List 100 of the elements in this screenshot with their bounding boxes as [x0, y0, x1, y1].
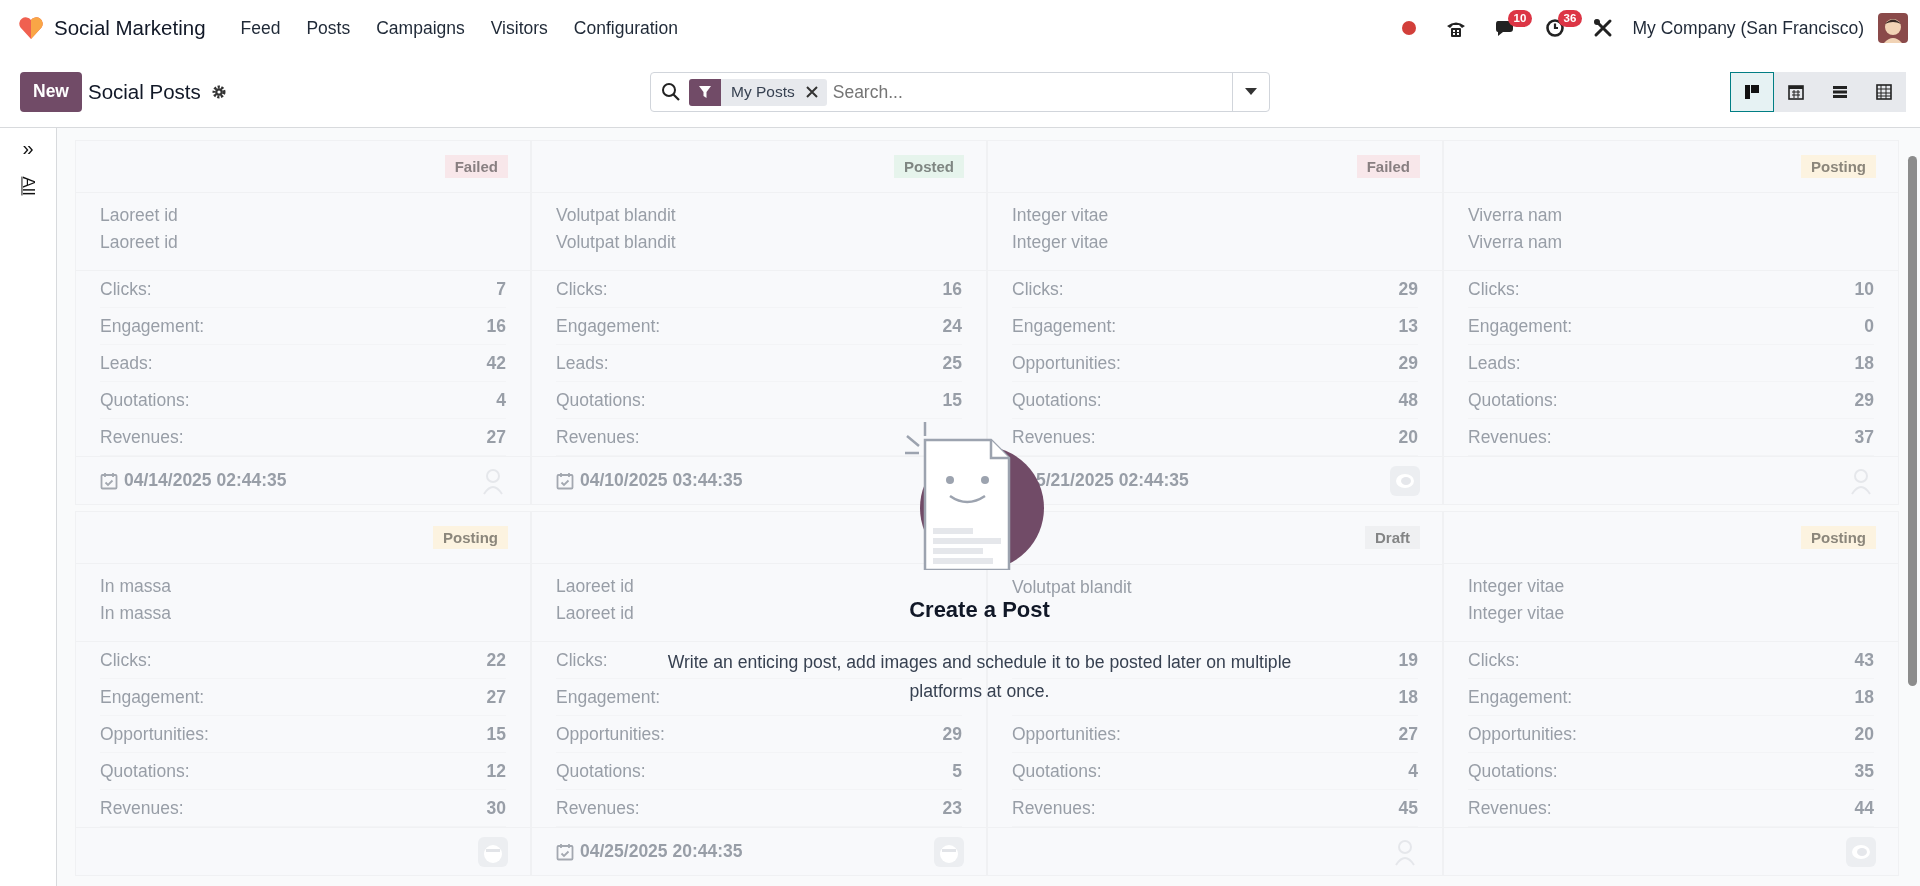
stat-value: 18 [1398, 686, 1418, 708]
stat-value: 24 [942, 315, 962, 337]
stat-value: 20 [1854, 723, 1874, 745]
stat-label: Leads: [100, 352, 153, 374]
post-title: Viverra nam [1468, 204, 1563, 228]
stat-label: Opportunities: [556, 723, 665, 745]
stat-value: 44 [1854, 797, 1874, 819]
pivot-view-button[interactable] [1862, 71, 1906, 112]
clock-icon[interactable] [1544, 18, 1565, 38]
stat-label: Quotations: [100, 760, 190, 782]
post-title: Integer vitae [1012, 204, 1109, 228]
stat-label: Leads: [1468, 352, 1521, 374]
help-text: Write an enticing post, add images and schedule it to be posted later on multiple platforms at once. [666, 651, 1293, 703]
stat-label: Quotations: [1468, 389, 1558, 411]
status-badge: Posting [1801, 526, 1876, 550]
post-title: Laoreet id [100, 204, 178, 228]
stat-label: Engagement: [100, 686, 205, 708]
new-button[interactable]: New [20, 71, 82, 112]
stat-value: 16 [486, 315, 506, 337]
post-title: Integer vitae [1468, 575, 1565, 599]
tools-icon[interactable] [1592, 18, 1613, 38]
stat-value: 29 [1398, 278, 1418, 300]
account-name: Laoreet id [100, 231, 178, 255]
status-badge: Posting [1801, 155, 1876, 179]
stat-value: 19 [1398, 649, 1418, 671]
stat-value: 10 [1854, 278, 1874, 300]
stat-label: Clicks: [556, 278, 608, 300]
stat-label: Engagement: [556, 686, 661, 708]
app-logo-icon[interactable] [18, 15, 44, 41]
stat-value: 18 [1854, 686, 1874, 708]
menu-item[interactable]: Campaigns [363, 17, 478, 39]
menu-item[interactable]: Visitors [477, 17, 561, 39]
account-name: Integer vitae [1468, 602, 1565, 626]
stat-label: Clicks: [1468, 278, 1520, 300]
account-name: In massa [100, 602, 171, 626]
stat-label: Clicks: [1468, 649, 1520, 671]
record-icon[interactable] [1400, 20, 1417, 36]
stat-value: 12 [486, 760, 506, 782]
menu-item[interactable]: Configuration [560, 17, 691, 39]
kanban-view-icon [1743, 82, 1761, 101]
expand-toggle[interactable]: » [22, 136, 34, 160]
status-badge: Draft [1365, 526, 1420, 550]
status-badge: Posting [433, 526, 508, 550]
activity-count: 36 [1557, 10, 1583, 27]
stat-value: 35 [1854, 760, 1874, 782]
stat-label: Quotations: [100, 389, 190, 411]
stat-value: 27 [1398, 723, 1418, 745]
stat-label: Quotations: [556, 760, 646, 782]
stat-label: Engagement: [1468, 315, 1573, 337]
stat-value: 29 [1854, 389, 1874, 411]
stat-label: Revenues: [100, 797, 184, 819]
kanban-view-button[interactable] [1730, 71, 1774, 112]
app-name[interactable]: Social Marketing [54, 16, 206, 40]
stat-label: Revenues: [1468, 797, 1552, 819]
settings-icon[interactable] [210, 83, 227, 100]
stat-value: 25 [942, 352, 962, 374]
menu-item[interactable]: Posts [293, 17, 364, 39]
calendar-view-button[interactable] [1774, 71, 1818, 112]
breadcrumb: Social Posts [88, 79, 201, 104]
stat-label: Quotations: [1012, 760, 1102, 782]
stat-value: 4 [496, 389, 506, 411]
stat-label: Revenues: [1012, 426, 1096, 448]
search-bar[interactable]: My Posts Search... [650, 72, 1270, 112]
search-field[interactable]: Search... [826, 77, 1232, 107]
stat-label: Revenues: [556, 426, 640, 448]
stat-value: 45 [1398, 797, 1418, 819]
filter-icon [698, 85, 712, 99]
filter-label[interactable]: All [18, 176, 38, 196]
caret-icon[interactable] [1245, 88, 1257, 96]
stat-label: Engagement: [556, 315, 661, 337]
post-date: 04/10/2025 03:44:35 [580, 470, 743, 492]
post-title: In massa [100, 575, 171, 599]
stat-label: Quotations: [1012, 389, 1102, 411]
chat-bubble-icon [1390, 465, 1420, 496]
filter-facet[interactable]: My Posts [689, 78, 827, 106]
account-name: Integer vitae [1012, 231, 1109, 255]
stat-value: 5 [952, 760, 962, 782]
status-badge: Failed [1356, 155, 1420, 179]
stat-label: Engagement: [100, 315, 205, 337]
stat-value: 0 [1864, 315, 1874, 337]
chat-bubble-icon [1846, 836, 1876, 867]
stat-label: Quotations: [556, 389, 646, 411]
stat-label: Engagement: [1012, 315, 1117, 337]
stat-label: Opportunities: [1012, 723, 1121, 745]
stat-value: 30 [486, 797, 506, 819]
stat-value: 4 [1408, 760, 1418, 782]
stat-label: Clicks: [100, 649, 152, 671]
close-icon[interactable] [804, 85, 819, 99]
stat-label: Revenues: [556, 797, 640, 819]
stat-value: 7 [496, 278, 506, 300]
account-name: Laoreet id [556, 602, 634, 626]
user-avatar-icon[interactable] [1878, 13, 1908, 43]
stat-value: 22 [486, 649, 506, 671]
stat-label: Leads: [556, 352, 609, 374]
scrollbar-thumb[interactable] [1908, 156, 1917, 686]
stat-value: 15 [486, 723, 506, 745]
menu-item[interactable]: Feed [227, 17, 294, 39]
stat-label: Clicks: [1012, 278, 1064, 300]
company-switcher[interactable]: My Company (San Francisco) [1632, 17, 1864, 39]
search-icon[interactable] [661, 82, 681, 102]
